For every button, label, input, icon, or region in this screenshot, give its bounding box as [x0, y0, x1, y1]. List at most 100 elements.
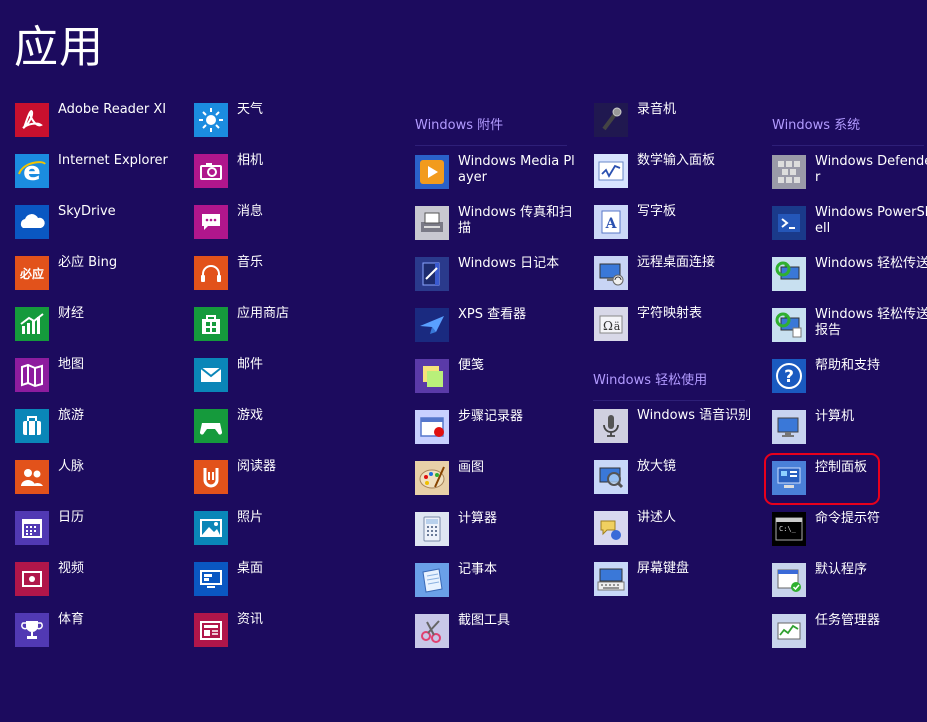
app-tile-label: Windows PowerShell	[815, 205, 927, 236]
app-tile-label: Windows 日记本	[458, 256, 560, 271]
app-tile-snipping-tool[interactable]: 截图工具	[415, 613, 585, 658]
app-tile-task-manager[interactable]: 任务管理器	[772, 613, 927, 658]
app-tile-command-prompt[interactable]: C:\_ 命令提示符	[772, 511, 927, 556]
app-tile-label: 旅游	[58, 408, 85, 423]
app-tile-label: 截图工具	[458, 613, 511, 628]
app-tile-label: 录音机	[637, 102, 677, 117]
app-tile-label: Windows Media Player	[458, 154, 575, 185]
app-tile-reader[interactable]: 阅读器	[194, 459, 364, 504]
math-input-icon	[594, 154, 628, 188]
app-tile-easy-transfer[interactable]: Windows 轻松传送	[772, 256, 927, 301]
app-tile-news[interactable]: 资讯	[194, 612, 364, 657]
app-tile-label: 讲述人	[637, 510, 677, 525]
app-tile-sound-recorder[interactable]: 录音机	[594, 102, 764, 147]
app-tile-label: 命令提示符	[815, 511, 881, 526]
svg-text:A: A	[605, 216, 618, 232]
app-tile-label: 资讯	[237, 612, 264, 627]
app-tile-maps[interactable]: 地图	[15, 357, 185, 402]
app-tile-label: 记事本	[458, 562, 498, 577]
app-tile-paint-palette[interactable]: 画图	[415, 460, 585, 505]
app-tile-label: 视频	[58, 561, 85, 576]
adobe-reader-icon	[15, 103, 49, 137]
photos-icon	[194, 511, 228, 545]
app-tile-label: 地图	[58, 357, 85, 372]
app-tile-character-map[interactable]: Ωä 字符映射表	[594, 306, 764, 351]
app-tile-skydrive-cloud[interactable]: SkyDrive	[15, 204, 185, 249]
remote-desktop-icon	[594, 256, 628, 290]
app-tile-powershell[interactable]: Windows PowerShell	[772, 205, 927, 250]
app-tile-music-headphones[interactable]: 音乐	[194, 255, 364, 300]
app-tile-travel-suitcase[interactable]: 旅游	[15, 408, 185, 453]
group-title-system: Windows 系统	[772, 117, 924, 146]
app-tile-messaging[interactable]: 消息	[194, 204, 364, 249]
app-tile-camera[interactable]: 相机	[194, 153, 364, 198]
app-tile-label: XPS 查看器	[458, 307, 527, 322]
app-tile-default-programs[interactable]: 默认程序	[772, 562, 927, 607]
easy-transfer-icon	[772, 257, 806, 291]
app-tile-people[interactable]: 人脉	[15, 459, 185, 504]
news-icon	[194, 613, 228, 647]
powershell-icon	[772, 206, 806, 240]
app-tile-easy-transfer-reports[interactable]: Windows 轻松传送报告	[772, 307, 927, 352]
app-tile-magnifier[interactable]: 放大镜	[594, 459, 764, 504]
reader-icon	[194, 460, 228, 494]
app-tile-speech-recognition[interactable]: Windows 语音识别	[594, 408, 764, 453]
magnifier-icon	[594, 460, 628, 494]
defender-icon	[772, 155, 806, 189]
svg-text:必应: 必应	[19, 266, 44, 281]
app-tile-calculator[interactable]: 计算器	[415, 511, 585, 556]
app-tile-sticky-notes[interactable]: 便笺	[415, 358, 585, 403]
paint-palette-icon	[415, 461, 449, 495]
app-tile-fax-scan[interactable]: Windows 传真和扫描	[415, 205, 585, 250]
app-tile-help[interactable]: ? 帮助和支持	[772, 358, 927, 403]
app-tile-mail-envelope[interactable]: 邮件	[194, 357, 364, 402]
app-tile-finance-chart[interactable]: 财经	[15, 306, 185, 351]
app-tile-computer[interactable]: 计算机	[772, 409, 927, 454]
people-icon	[15, 460, 49, 494]
app-tile-math-input[interactable]: 数学输入面板	[594, 153, 764, 198]
app-tile-label: Windows 语音识别	[637, 408, 752, 423]
app-tile-label: 照片	[237, 510, 264, 525]
app-tile-label: 写字板	[637, 204, 677, 219]
app-tile-media-player[interactable]: Windows Media Player	[415, 154, 585, 199]
app-tile-bing[interactable]: 必应 必应 Bing	[15, 255, 185, 300]
app-tile-adobe-reader[interactable]: Adobe Reader XI	[15, 102, 185, 147]
calendar-icon	[15, 511, 49, 545]
journal-icon	[415, 257, 449, 291]
app-tile-calendar[interactable]: 日历	[15, 510, 185, 555]
fax-scan-icon	[415, 206, 449, 240]
weather-sun-icon	[194, 103, 228, 137]
app-tile-store-bag[interactable]: 应用商店	[194, 306, 364, 351]
app-tile-onscreen-keyboard[interactable]: 屏幕键盘	[594, 561, 764, 606]
snipping-tool-icon	[415, 614, 449, 648]
app-tile-journal[interactable]: Windows 日记本	[415, 256, 585, 301]
app-tile-wordpad[interactable]: A 写字板	[594, 204, 764, 249]
app-tile-remote-desktop[interactable]: 远程桌面连接	[594, 255, 764, 300]
app-tile-xps-viewer[interactable]: XPS 查看器	[415, 307, 585, 352]
app-tile-narrator[interactable]: 讲述人	[594, 510, 764, 555]
app-tile-desktop[interactable]: 桌面	[194, 561, 364, 606]
app-tile-internet-explorer[interactable]: e Internet Explorer	[15, 153, 185, 198]
app-tile-weather-sun[interactable]: 天气	[194, 102, 364, 147]
mail-envelope-icon	[194, 358, 228, 392]
app-tile-video[interactable]: 视频	[15, 561, 185, 606]
app-tile-label: 计算机	[815, 409, 855, 424]
music-headphones-icon	[194, 256, 228, 290]
app-tile-label: 数学输入面板	[637, 153, 716, 168]
app-tile-games-controller[interactable]: 游戏	[194, 408, 364, 453]
app-tile-label: 任务管理器	[815, 613, 881, 628]
app-tile-photos[interactable]: 照片	[194, 510, 364, 555]
svg-text:ä: ä	[614, 320, 621, 333]
app-tile-label: 便笺	[458, 358, 485, 373]
desktop-icon	[194, 562, 228, 596]
app-tile-label: 桌面	[237, 561, 264, 576]
app-tile-label: Internet Explorer	[58, 153, 168, 168]
app-tile-label: 音乐	[237, 255, 264, 270]
app-tile-label: SkyDrive	[58, 204, 116, 219]
app-tile-defender[interactable]: Windows Defender	[772, 154, 927, 199]
app-tile-notepad[interactable]: 记事本	[415, 562, 585, 607]
app-tile-sports-trophy[interactable]: 体育	[15, 612, 185, 657]
travel-suitcase-icon	[15, 409, 49, 443]
app-tile-steps-recorder[interactable]: 步骤记录器	[415, 409, 585, 454]
app-tile-label: 邮件	[237, 357, 264, 372]
